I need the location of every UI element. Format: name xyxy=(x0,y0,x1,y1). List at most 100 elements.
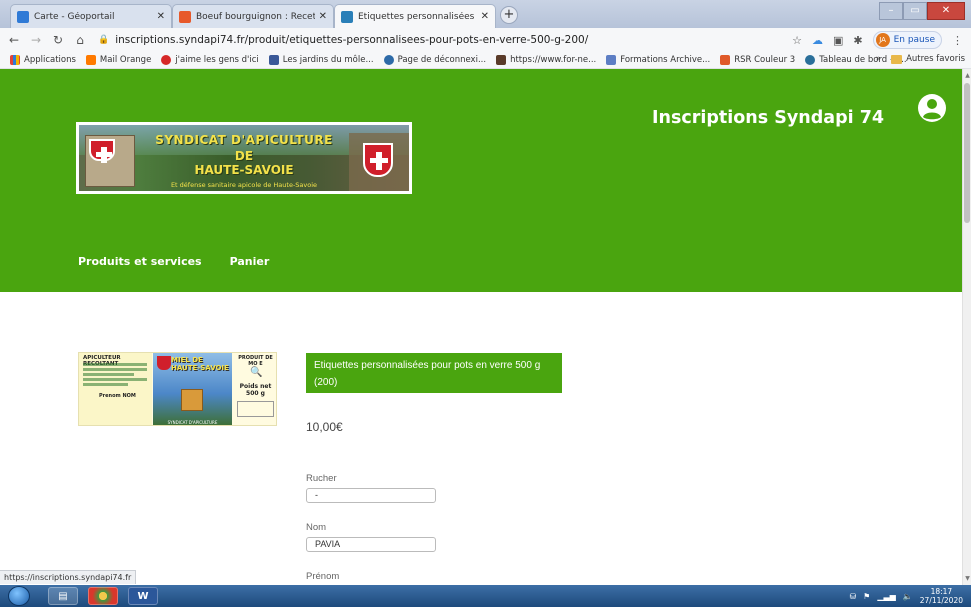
rucher-label: Rucher xyxy=(306,473,337,484)
site-logo[interactable]: SYNDICAT D'APICULTURE DE HAUTE-SAVOIE Et… xyxy=(76,122,412,194)
window-close-icon[interactable]: ✕ xyxy=(927,2,965,20)
bookmark-mail-orange[interactable]: Mail Orange xyxy=(85,55,151,65)
label-weight-value: 500 g xyxy=(246,390,265,397)
signal-icon[interactable]: ▁▃▅ xyxy=(877,592,895,601)
forward-arrow-icon[interactable]: → xyxy=(28,33,44,47)
bookmark-applications[interactable]: Applications xyxy=(10,55,76,65)
tab-boeuf-bourguignon[interactable]: Boeuf bourguignon : Recette de ✕ xyxy=(172,4,334,28)
maximize-icon[interactable]: ▭ xyxy=(903,2,927,20)
close-icon[interactable]: ✕ xyxy=(319,11,327,22)
bookmark-jardins[interactable]: Les jardins du môle... xyxy=(268,55,374,65)
bookmark-gens-dici[interactable]: j'aime les gens d'ici xyxy=(161,55,259,65)
facebook-icon xyxy=(268,55,279,65)
menu-dots-icon[interactable]: ⋮ xyxy=(952,34,963,47)
scroll-down-icon[interactable]: ▼ xyxy=(963,574,971,583)
menu-item-panier[interactable]: Panier xyxy=(230,255,270,268)
bookmark-label: Formations Archive... xyxy=(620,55,711,65)
address-bar[interactable]: 🔒 inscriptions.syndapi74.fr/produit/etiq… xyxy=(98,34,588,46)
menu-item-produits[interactable]: Produits et services xyxy=(78,255,202,268)
tab-title: Boeuf bourguignon : Recette de xyxy=(196,11,315,22)
star-icon[interactable]: ☆ xyxy=(792,34,802,47)
window-controls: – ▭ ✕ xyxy=(879,2,965,20)
clock-date: 27/11/2020 xyxy=(919,596,963,605)
profile-button[interactable]: JA En pause xyxy=(872,31,942,49)
windows-taskbar: ▤ W ⛁ ⚑ ▁▃▅ 🔈 18:17 27/11/2020 xyxy=(0,585,971,607)
bookmark-label: https://www.for-ne... xyxy=(510,55,597,65)
volume-icon[interactable]: 🔈 xyxy=(903,592,913,601)
network-icon[interactable]: ⛁ xyxy=(849,592,856,601)
zoom-icon[interactable]: 🔍 xyxy=(250,367,262,378)
word-icon[interactable]: W xyxy=(128,587,158,605)
bookmark-formations[interactable]: Formations Archive... xyxy=(606,55,710,65)
back-arrow-icon[interactable]: ← xyxy=(6,33,22,47)
bookmark-label: j'aime les gens d'ici xyxy=(175,55,259,65)
browser-status-bar: https://inscriptions.syndapi74.fr xyxy=(0,570,137,584)
bookmarks-overflow: » Autres favoris xyxy=(876,54,965,64)
url-text: inscriptions.syndapi74.fr/produit/etique… xyxy=(115,34,589,46)
profile-status: En pause xyxy=(893,35,935,45)
folder-icon xyxy=(891,54,903,64)
geoportail-favicon-icon xyxy=(17,10,29,23)
apps-grid-icon xyxy=(10,55,20,65)
site-title[interactable]: Inscriptions Syndapi 74 xyxy=(652,108,884,128)
home-icon[interactable]: ⌂ xyxy=(72,33,88,47)
bookmark-rsr[interactable]: RSR Couleur 3 xyxy=(720,55,795,65)
extension-cloud-icon[interactable]: ☁ xyxy=(812,34,823,47)
tab-etiquettes[interactable]: Etiquettes personnalisées pour p ✕ xyxy=(334,4,496,28)
start-button[interactable] xyxy=(8,586,30,606)
product-title: Etiquettes personnalisées pour pots en v… xyxy=(306,353,562,393)
file-explorer-icon[interactable]: ▤ xyxy=(48,587,78,605)
wordpress-icon xyxy=(805,55,816,65)
heart-icon xyxy=(161,55,172,65)
browser-toolbar: ← → ↻ ⌂ 🔒 inscriptions.syndapi74.fr/prod… xyxy=(0,28,971,52)
label-panel-title: MIEL DE HAUTE-SAVOIE xyxy=(171,356,229,372)
bookmark-label: Les jardins du môle... xyxy=(282,55,374,65)
chrome-icon[interactable] xyxy=(88,587,118,605)
puzzle-icon[interactable]: ✱ xyxy=(853,34,862,47)
logo-line: HAUTE-SAVOIE xyxy=(194,163,294,177)
wordpress-favicon-icon xyxy=(341,10,353,23)
more-bookmarks-button[interactable]: » xyxy=(876,54,881,64)
flag-icon[interactable]: ⚑ xyxy=(863,592,870,601)
bookmark-for-ne[interactable]: https://www.for-ne... xyxy=(496,55,596,65)
user-account-icon[interactable] xyxy=(917,93,947,123)
prenom-label: Prénom xyxy=(306,571,340,582)
product-price: 10,00€ xyxy=(306,420,343,434)
toolbar-actions: ☆ ☁ ▣ ✱ JA En pause ⋮ xyxy=(792,31,963,49)
scroll-up-icon[interactable]: ▲ xyxy=(963,71,971,80)
bookmarks-bar: Applications Mail Orange j'aime les gens… xyxy=(0,52,971,69)
close-icon[interactable]: ✕ xyxy=(481,11,489,22)
logo-line: SYNDICAT D'APICULTURE xyxy=(155,133,333,147)
orange-icon xyxy=(85,55,96,65)
label-panel-title: PRODUIT DE MO E xyxy=(238,355,273,367)
nom-label: Nom xyxy=(306,522,327,533)
product-image[interactable]: APICULTEUR RECOLTANT Prenom NOM MIEL DE … xyxy=(78,352,277,426)
rucher-input[interactable]: - xyxy=(306,488,436,503)
new-tab-button[interactable]: + xyxy=(500,6,518,24)
page-scrollbar[interactable]: ▲ ▼ xyxy=(962,69,971,585)
nom-input[interactable]: PAVIA xyxy=(306,537,436,552)
browser-tab-bar: Carte - Géoportail ✕ Boeuf bourguignon :… xyxy=(0,0,971,28)
label-panel-name: Prenom NOM xyxy=(99,393,136,399)
feather-icon xyxy=(606,55,617,65)
beehive-icon xyxy=(181,389,203,411)
bookmark-label: Page de déconnexi... xyxy=(397,55,487,65)
reload-icon[interactable]: ↻ xyxy=(50,33,66,47)
close-icon[interactable]: ✕ xyxy=(157,11,165,22)
photo-icon xyxy=(496,55,507,65)
bookmark-label: Applications xyxy=(24,55,76,65)
savoie-shield-icon xyxy=(157,356,171,370)
recipe-favicon-icon xyxy=(179,10,191,23)
system-tray: ⛁ ⚑ ▁▃▅ 🔈 18:17 27/11/2020 xyxy=(849,587,963,605)
other-bookmarks-label: Autres favoris xyxy=(906,54,965,64)
lock-icon: 🔒 xyxy=(98,35,110,45)
tab-geoportail[interactable]: Carte - Géoportail ✕ xyxy=(10,4,172,28)
extension-icon[interactable]: ▣ xyxy=(833,34,843,47)
other-bookmarks[interactable]: Autres favoris xyxy=(891,54,965,64)
bookmark-deconnexion[interactable]: Page de déconnexi... xyxy=(383,55,487,65)
clock[interactable]: 18:17 27/11/2020 xyxy=(920,587,963,605)
scrollbar-thumb[interactable] xyxy=(964,83,970,223)
minimize-icon[interactable]: – xyxy=(879,2,903,20)
logo-line: DE xyxy=(234,149,254,163)
avatar: JA xyxy=(875,33,890,47)
